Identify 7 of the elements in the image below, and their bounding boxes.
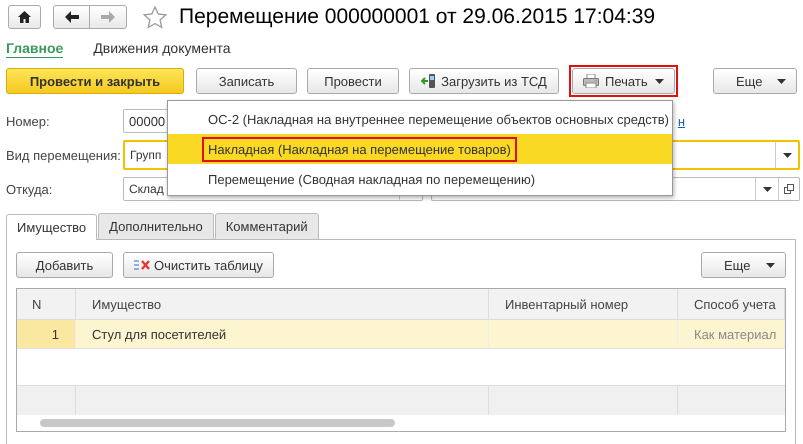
document-title: Перемещение 000000001 от 29.06.2015 17:04:39	[179, 5, 656, 29]
table-cell: Стул для посетителей	[92, 326, 226, 342]
table-cell: Как материал	[694, 326, 776, 342]
table-cell: 1	[52, 326, 59, 342]
field-label: Вид перемещения:	[6, 148, 122, 162]
field-label: Откуда:	[6, 182, 54, 196]
field-label: Номер:	[6, 114, 51, 128]
